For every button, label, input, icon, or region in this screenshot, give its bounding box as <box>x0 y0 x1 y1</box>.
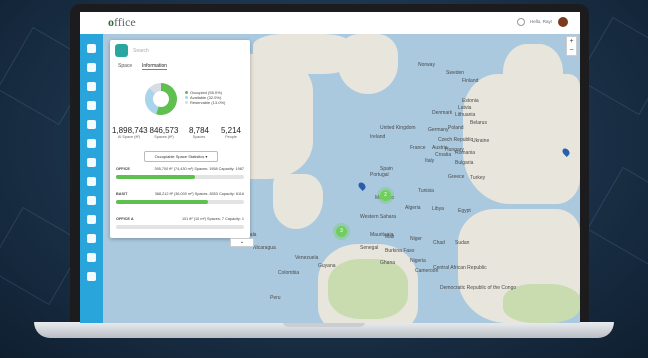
space-row-bar <box>116 225 244 229</box>
map-label: Norway <box>418 62 435 68</box>
map-label: Tunisia <box>418 188 434 194</box>
map-label: Colombia <box>278 270 300 276</box>
building-icon <box>115 44 128 57</box>
map-label: Italy <box>425 158 435 164</box>
map-label: Czech Republic <box>438 137 474 143</box>
map-label: Denmark <box>432 110 453 116</box>
map-label: Algeria <box>405 205 421 211</box>
map-label: Western Sahara <box>360 214 397 220</box>
gear-icon[interactable] <box>87 272 96 281</box>
document-icon[interactable] <box>87 196 96 205</box>
map-label: Venezuela <box>295 255 319 261</box>
space-row[interactable]: OFFICE 395,700 ft² (74,430 m²) Spaces: 1… <box>116 167 244 171</box>
people-icon[interactable] <box>87 234 96 243</box>
org-chart-icon[interactable] <box>87 158 96 167</box>
panel-tabs: Space Information <box>110 62 250 72</box>
stat-all-space: 1,898,743 Al Space (ft²) <box>112 126 148 139</box>
tab-space[interactable]: Space <box>118 63 132 69</box>
notification-icon[interactable] <box>517 18 525 26</box>
sidebar <box>80 34 103 323</box>
occupancy-donut <box>145 83 177 115</box>
map-label: Sudan <box>455 240 470 246</box>
map-label: Libya <box>432 206 444 212</box>
map-label: Guyana <box>318 263 336 269</box>
map-label: Nicaragua <box>253 245 276 251</box>
map-label: Bulgaria <box>455 160 474 166</box>
zoom-out-button[interactable]: − <box>567 46 576 55</box>
map-label: Greece <box>448 174 465 180</box>
map-label: France <box>410 145 426 151</box>
chart-icon[interactable] <box>87 253 96 262</box>
map-label: Democratic Republic of the Congo <box>440 285 517 291</box>
map-label: Central African Republic <box>433 265 487 271</box>
tab-information[interactable]: Information <box>142 63 168 70</box>
map-label: Finland <box>462 78 479 84</box>
map-label: Germany <box>428 127 449 133</box>
info-panel: Search Space Information Occupied (55.0%… <box>110 40 250 238</box>
space-row-bar <box>116 175 244 179</box>
map-cluster[interactable]: 3 <box>336 226 347 237</box>
land-central-america <box>273 174 323 229</box>
map-label: Turkey <box>470 175 486 181</box>
zoom-control: + − <box>566 36 577 56</box>
app-screen: office Hello, Ray! UNITEDSTATESMexicoGua… <box>80 12 580 323</box>
map-label: Sweden <box>446 70 465 76</box>
panel-collapse-button[interactable]: ⌄ <box>230 238 254 247</box>
map-label: Egypt <box>458 208 471 214</box>
stat-spaces-area: 846,573 Spaces (ft²) <box>149 126 179 139</box>
search-input[interactable]: Search <box>133 46 243 56</box>
map-label: Ghana <box>380 260 396 266</box>
donut-legend: Occupied (55.0%) Available (32.0%) Reser… <box>185 90 225 105</box>
map-label: United Kingdom <box>380 125 416 131</box>
home-icon[interactable] <box>87 44 96 53</box>
map-cluster[interactable]: 2 <box>380 190 391 201</box>
space-row-bar <box>116 200 244 204</box>
running-person-icon[interactable] <box>87 82 96 91</box>
map-label: Portugal <box>370 172 389 178</box>
land-greenland <box>338 34 398 94</box>
stat-spaces: 8,784 Spaces <box>188 126 210 139</box>
forest-south-america <box>328 259 408 319</box>
map-pin[interactable] <box>357 181 367 191</box>
app-logo[interactable]: office <box>108 15 136 30</box>
map-label: Peru <box>270 295 281 301</box>
map-label: Lithuania <box>455 112 476 118</box>
panel-header: Search <box>110 40 250 62</box>
map-label: Senegal <box>360 245 379 251</box>
map-label: Burkina Faso <box>385 248 415 254</box>
pie-icon[interactable] <box>87 101 96 110</box>
occupiable-stats-dropdown[interactable]: Occupiable Space Statistics ▾ <box>144 151 218 162</box>
calendar-icon[interactable] <box>87 215 96 224</box>
stack-icon[interactable] <box>87 120 96 129</box>
map-label: Niger <box>410 236 422 242</box>
space-row[interactable]: BASIT 388,212 ft² (36,000 m²) Spaces: 83… <box>116 192 244 196</box>
monitor-icon[interactable] <box>87 139 96 148</box>
map-label: Mali <box>385 234 395 240</box>
building-icon[interactable] <box>87 63 96 72</box>
box-icon[interactable] <box>87 177 96 186</box>
map-label: Ireland <box>370 134 386 140</box>
map-label: Chad <box>433 240 445 246</box>
background-hexagon <box>586 166 648 266</box>
legend-item: Reservable (13.0%) <box>185 100 225 105</box>
zoom-in-button[interactable]: + <box>567 37 576 46</box>
map-label: Latvia <box>458 105 472 111</box>
map-label: Ukraine <box>472 138 490 144</box>
top-bar: office Hello, Ray! <box>80 12 580 35</box>
map-label: Poland <box>448 125 464 131</box>
user-greeting: Hello, Ray! <box>530 19 553 24</box>
map-label: Estonia <box>462 98 479 104</box>
land-scandinavia <box>503 44 563 114</box>
space-row[interactable]: OFFICE A 101 ft² (10 m²) Spaces: 7 Capac… <box>116 217 244 221</box>
stat-people: 5,214 People <box>220 126 242 139</box>
avatar[interactable] <box>558 17 568 27</box>
map-label: Croatia <box>435 152 452 158</box>
map-label: Nigeria <box>410 258 426 264</box>
map-label: Belarus <box>470 120 487 126</box>
